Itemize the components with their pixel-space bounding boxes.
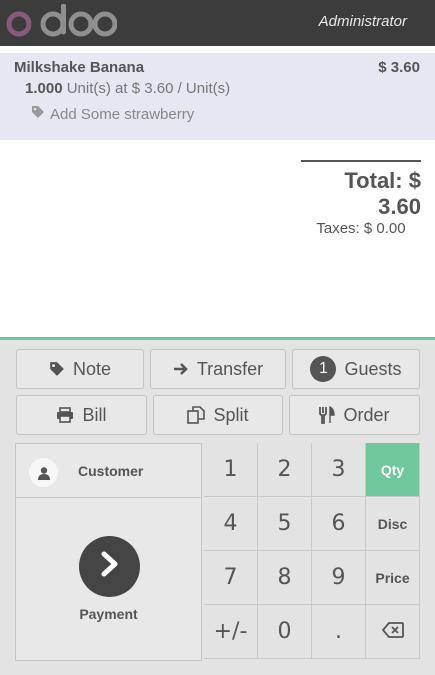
tag-icon <box>31 105 45 123</box>
payment-button[interactable] <box>79 536 140 597</box>
taxes-value: $ 0.00 <box>363 220 406 237</box>
customer-button[interactable]: Customer <box>16 444 201 498</box>
taxes-label: Taxes: <box>316 220 360 237</box>
numpad-key-8[interactable]: 8 <box>258 551 312 605</box>
numpad-key-6[interactable]: 6 <box>312 497 366 551</box>
total-line: Total: $ 3.60 <box>301 168 421 220</box>
transfer-label: Transfer <box>196 358 264 379</box>
numpad-key-0[interactable]: 0 <box>258 605 312 659</box>
numpad-key-4[interactable]: 4 <box>204 497 258 551</box>
line-unit-info: Unit(s) at $ 3.60 / Unit(s) <box>66 80 231 97</box>
cutlery-icon <box>319 406 336 424</box>
numpad-key-3[interactable]: 3 <box>312 443 366 497</box>
taxes-line: Taxes: $ 0.00 <box>301 220 421 237</box>
line-note-text: Add Some strawberry <box>50 105 195 123</box>
line-note: Add Some strawberry <box>31 105 194 123</box>
backspace-icon <box>381 619 404 644</box>
numpad-backspace[interactable] <box>366 605 420 659</box>
printer-icon <box>56 407 74 423</box>
bill-label: Bill <box>82 404 107 425</box>
numpad-key-1[interactable]: 1 <box>204 443 258 497</box>
user-name[interactable]: Administrator <box>319 13 407 30</box>
order-summary: Total: $ 3.60 Taxes: $ 0.00 <box>301 160 421 237</box>
total-label: Total: <box>344 168 403 193</box>
numpad-key-7[interactable]: 7 <box>204 551 258 605</box>
odoo-logo <box>5 3 118 43</box>
split-label: Split <box>213 404 249 425</box>
guests-count: 1 <box>310 356 337 382</box>
chevron-right-icon <box>100 551 120 582</box>
order-label: Order <box>343 404 390 425</box>
numpad-mode-price[interactable]: Price <box>366 551 420 605</box>
split-button[interactable]: Split <box>153 395 283 435</box>
bill-button[interactable]: Bill <box>16 395 147 435</box>
line-quantity-info: 1.000 Unit(s) at $ 3.60 / Unit(s) <box>25 80 230 97</box>
arrow-right-icon <box>173 362 189 376</box>
numpad-key-plusminus[interactable]: +/- <box>204 605 258 659</box>
order-line-selected[interactable]: Milkshake Banana $ 3.60 1.000 Unit(s) at… <box>0 53 435 140</box>
order-button[interactable]: Order <box>289 395 420 435</box>
numpad-mode-qty[interactable]: Qty <box>366 443 420 497</box>
customer-label: Customer <box>78 463 144 479</box>
payment-label[interactable]: Payment <box>16 606 201 622</box>
numpad-key-5[interactable]: 5 <box>258 497 312 551</box>
user-icon <box>29 458 58 487</box>
numpad-mode-disc[interactable]: Disc <box>366 497 420 551</box>
transfer-button[interactable]: Transfer <box>150 349 286 389</box>
guests-label: Guests <box>344 358 402 379</box>
numpad-key-9[interactable]: 9 <box>312 551 366 605</box>
numpad-key-2[interactable]: 2 <box>258 443 312 497</box>
numpad-key-dot[interactable]: . <box>312 605 366 659</box>
product-name: Milkshake Banana <box>14 59 145 76</box>
note-label: Note <box>72 358 112 379</box>
guests-button[interactable]: 1 Guests <box>292 349 420 389</box>
top-bar: Administrator <box>0 0 435 46</box>
note-button[interactable]: Note <box>16 349 144 389</box>
copy-icon <box>187 406 206 424</box>
line-price: $ 3.60 <box>378 59 420 76</box>
pads: Customer Payment 1 2 3 Qty 4 5 6 Disc 7 … <box>15 443 421 661</box>
tag-icon <box>49 361 65 377</box>
actionpad: Customer Payment <box>15 443 202 661</box>
line-quantity: 1.000 <box>25 80 63 97</box>
